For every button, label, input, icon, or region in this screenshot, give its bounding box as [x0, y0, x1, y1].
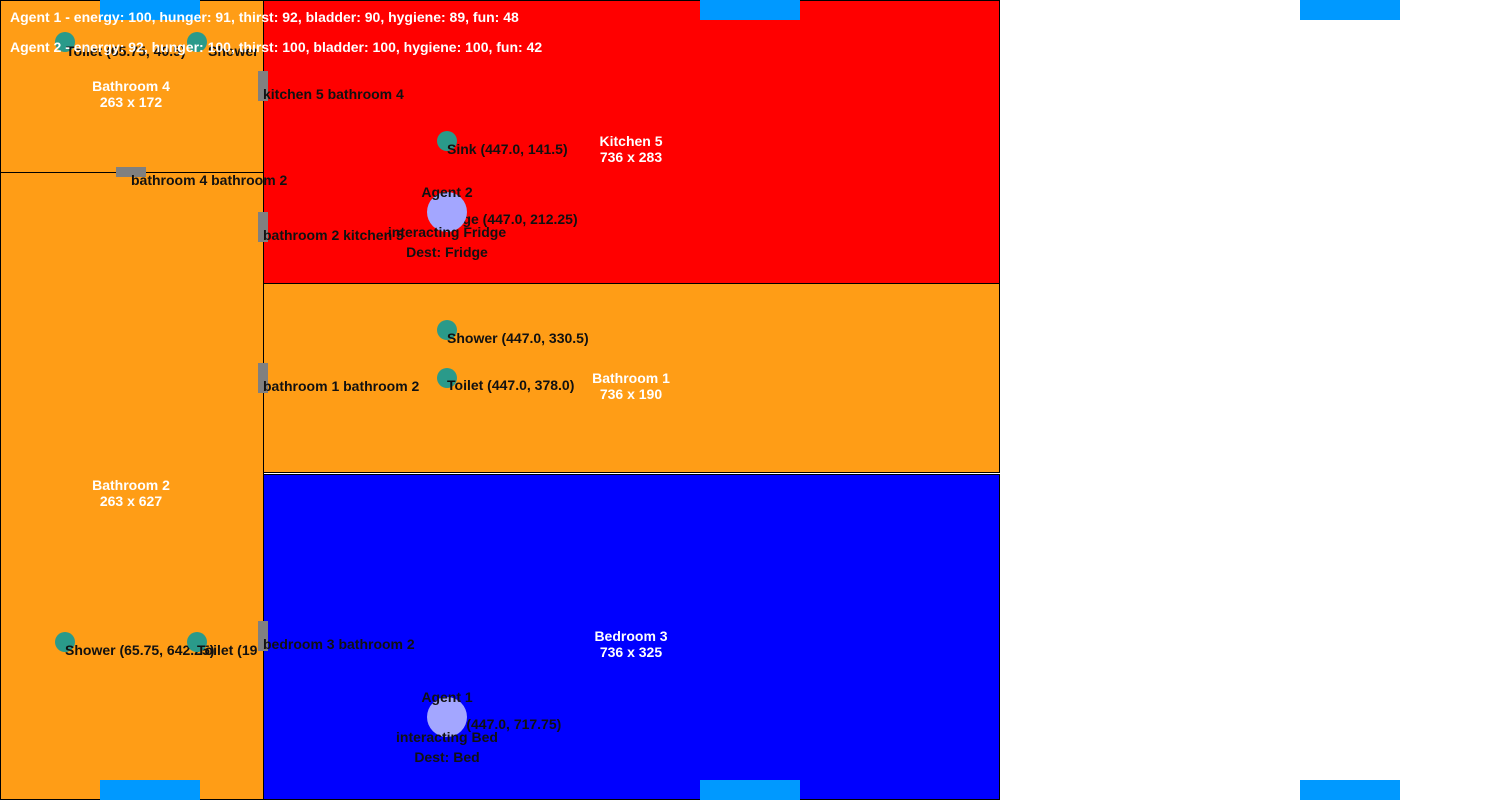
room-size: 736 x 283 [599, 149, 663, 165]
agent-1-status: Agent 1 - energy: 100, hunger: 91, thirs… [10, 9, 519, 25]
object-label: Shower (447.0, 330.5) [447, 330, 589, 346]
edge-marker-top-center [700, 0, 800, 20]
room-label-bathroom-2: Bathroom 2 263 x 627 [92, 477, 170, 509]
edge-marker-bottom-center [700, 780, 800, 800]
edge-marker-bottom-left [100, 780, 200, 800]
room-name: Kitchen 5 [599, 133, 663, 149]
agent-1-dest: Dest: Bed [414, 749, 480, 765]
room-name: Bathroom 1 [592, 370, 670, 386]
room-label-bedroom-3: Bedroom 3 736 x 325 [594, 628, 667, 660]
room-size: 736 x 190 [599, 386, 663, 402]
agent-1-action: interacting Bed [396, 729, 498, 745]
room-label-bathroom-4: Bathroom 4 263 x 172 [92, 78, 170, 110]
door-label: kitchen 5 bathroom 4 [263, 86, 404, 102]
room-size: 263 x 627 [99, 493, 163, 509]
agent-2-status: Agent 2 - energy: 92, hunger: 100, thirs… [10, 39, 543, 55]
agent-1-name: Agent 1 [421, 689, 473, 705]
room-size: 736 x 325 [599, 644, 663, 660]
room-label-bathroom-1: Bathroom 1 736 x 190 [592, 370, 670, 402]
object-label: Toilet (447.0, 378.0) [447, 377, 575, 393]
door-label: bathroom 1 bathroom 2 [263, 378, 420, 394]
agent-2-name: Agent 2 [421, 184, 473, 200]
door-label: bathroom 2 kitchen 5 [263, 227, 404, 243]
room-size: 263 x 172 [99, 94, 163, 110]
door-label: bedroom 3 bathroom 2 [263, 636, 415, 652]
edge-marker-top-right [1300, 0, 1400, 20]
room-label-kitchen-5: Kitchen 5 736 x 283 [599, 133, 662, 165]
room-name: Bedroom 3 [594, 628, 668, 644]
agent-2-dest: Dest: Fridge [406, 244, 488, 260]
agent-2-action: interacting Fridge [387, 224, 507, 240]
object-label: Toilet (19 [197, 642, 258, 658]
edge-marker-bottom-right [1300, 780, 1400, 800]
room-name: Bathroom 4 [92, 78, 170, 94]
object-label: Sink (447.0, 141.5) [447, 141, 568, 157]
room-name: Bathroom 2 [92, 477, 170, 493]
door-label: bathroom 4 bathroom 2 [131, 172, 288, 188]
